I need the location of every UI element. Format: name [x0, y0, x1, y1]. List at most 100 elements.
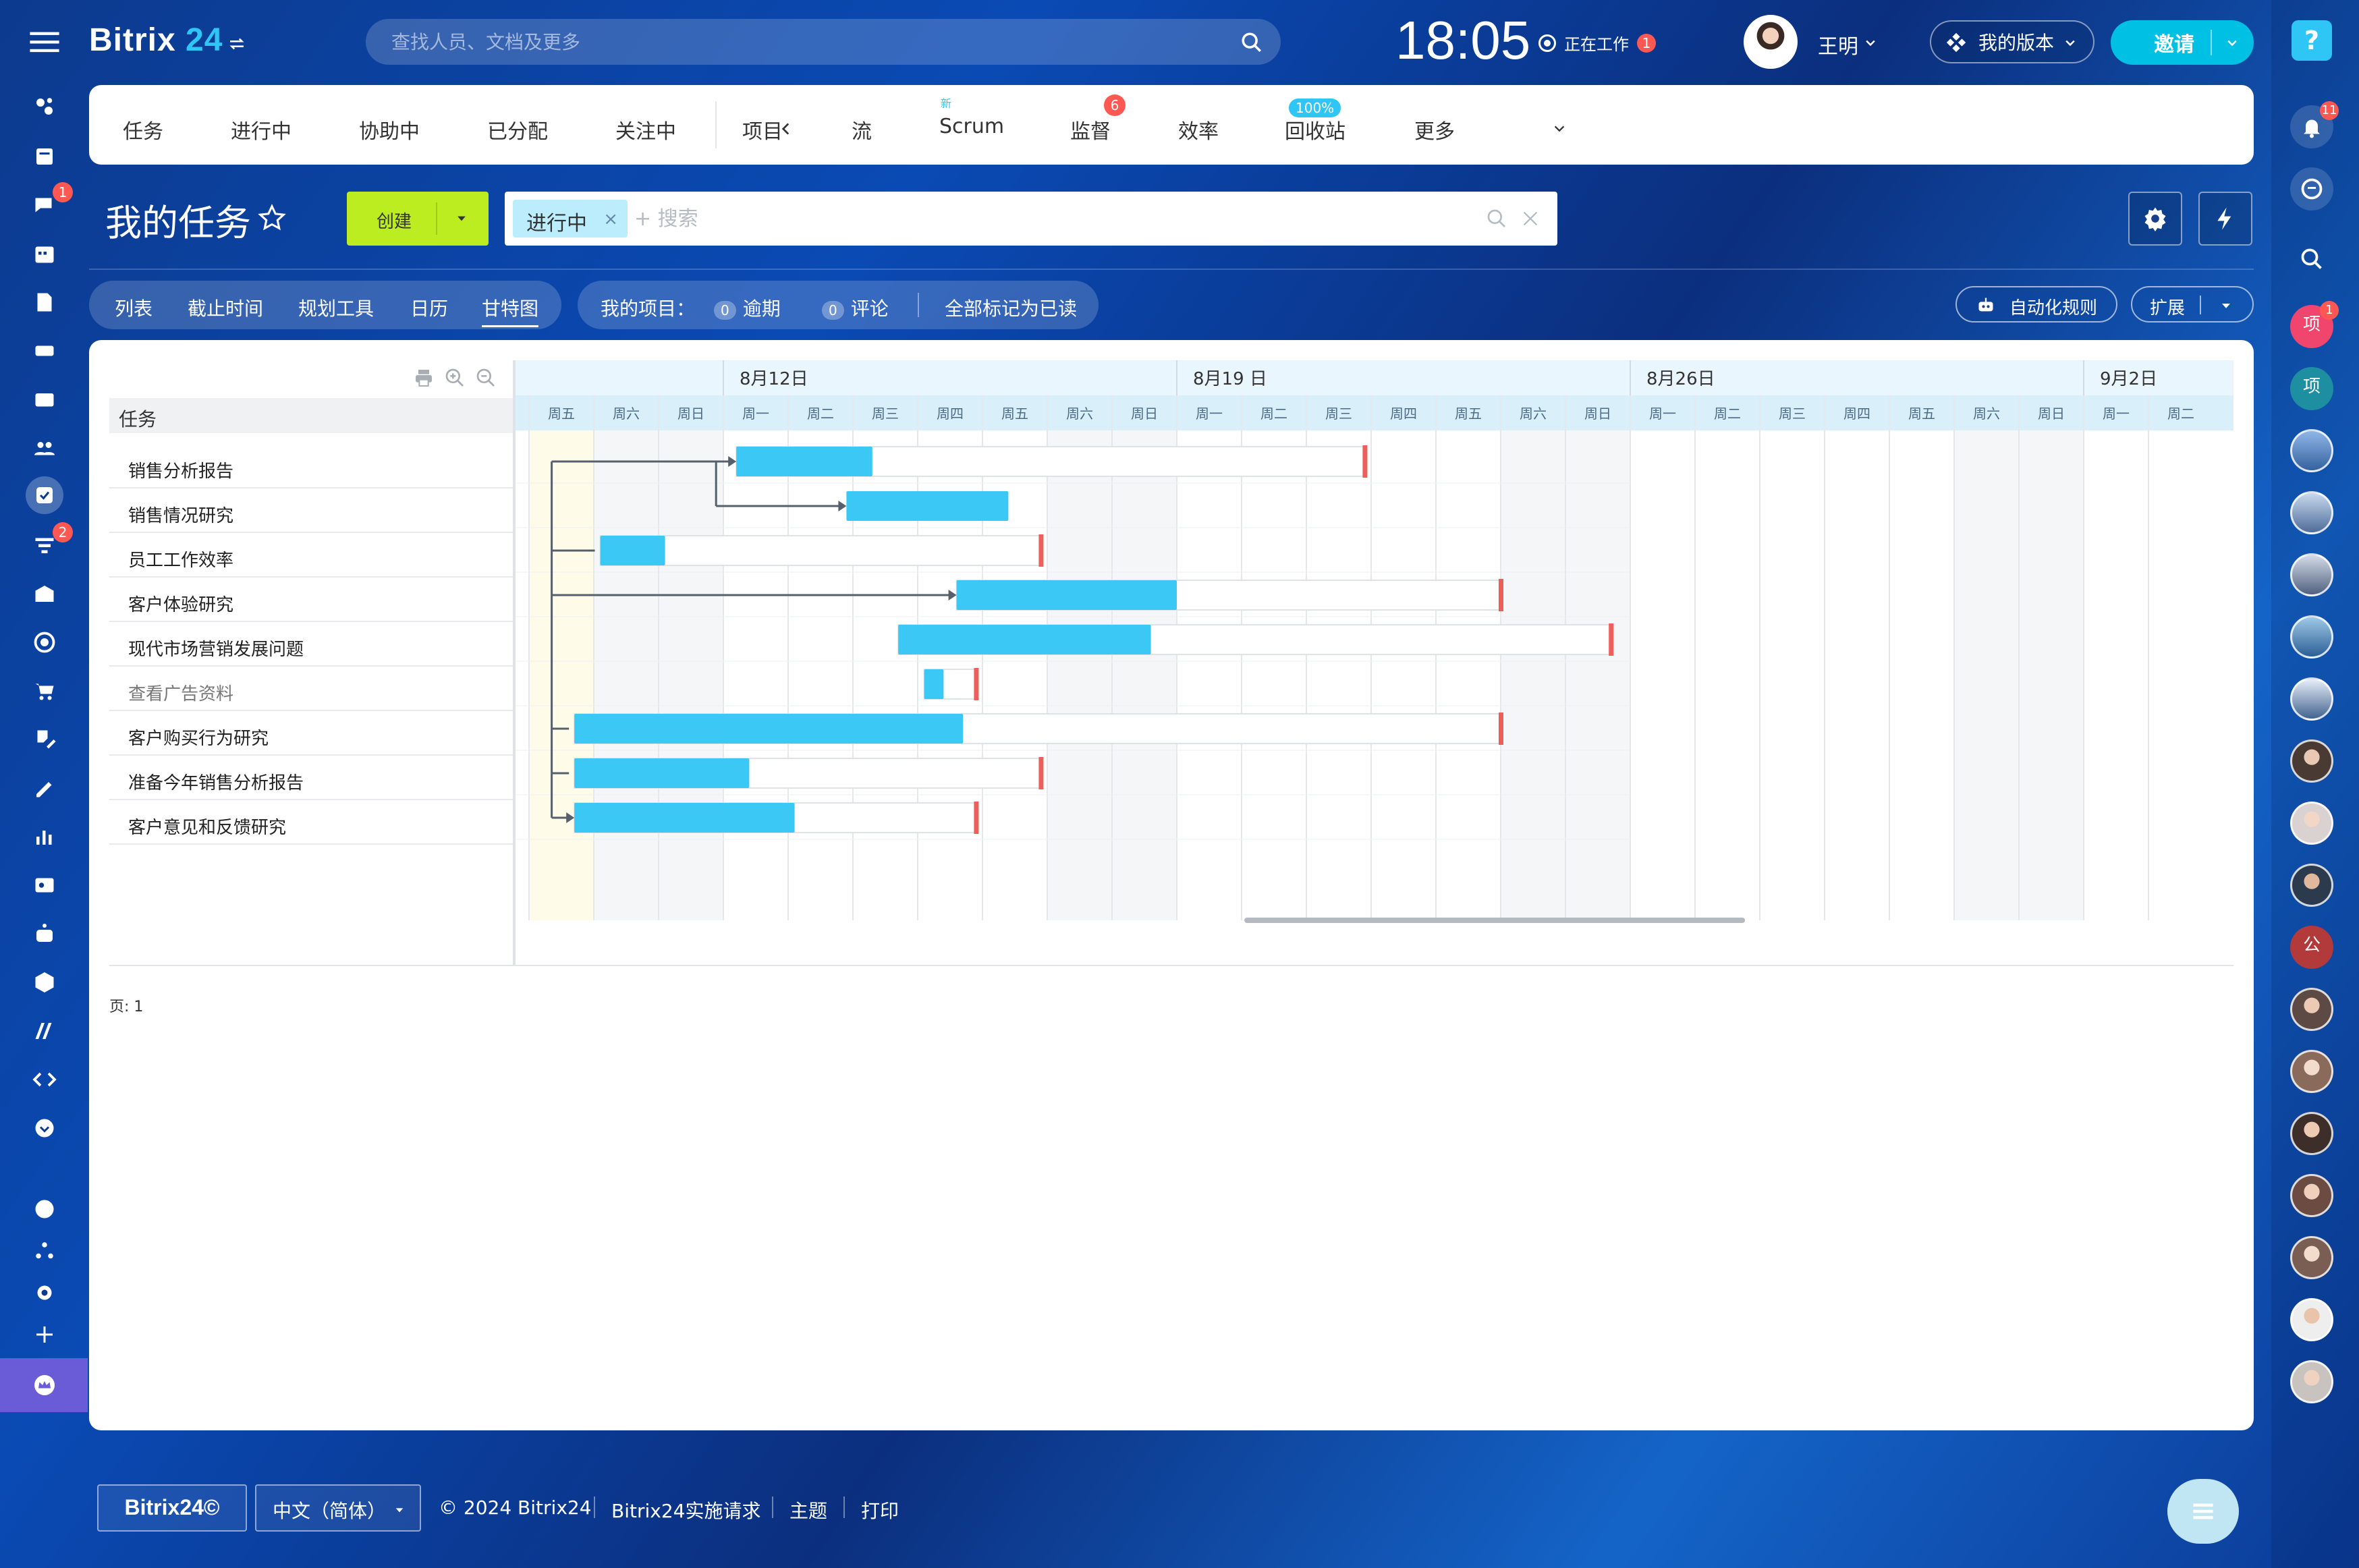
sidebar-sign-icon[interactable]: [26, 721, 63, 758]
sidebar-esign-icon[interactable]: [26, 769, 63, 807]
task-name[interactable]: 准备今年销售分析报告: [128, 769, 304, 794]
contact-avatar[interactable]: [2290, 677, 2333, 721]
triangle-down-icon[interactable]: [455, 212, 468, 225]
sidebar-inventory-icon[interactable]: [26, 963, 63, 1001]
deadline-marker[interactable]: [1609, 623, 1614, 656]
task-bar[interactable]: [846, 491, 1009, 521]
close-icon[interactable]: ×: [603, 209, 618, 229]
search-input[interactable]: [391, 30, 1201, 53]
switch-portal-icon[interactable]: [227, 34, 247, 54]
invite-button[interactable]: 邀请: [2111, 20, 2254, 65]
extensions-button[interactable]: 扩展: [2131, 286, 2254, 323]
nav-supervising[interactable]: 监督: [1070, 115, 1111, 144]
deadline-marker[interactable]: [974, 802, 979, 834]
task-name[interactable]: 销售分析报告: [128, 457, 233, 482]
user-name[interactable]: 王明: [1818, 30, 1858, 59]
language-select[interactable]: 中文（简体）: [255, 1484, 421, 1532]
nav-projects[interactable]: 项目: [742, 115, 783, 144]
contact-initial[interactable]: 公: [2290, 926, 2333, 969]
nav-recycle-bin[interactable]: 回收站: [1285, 115, 1345, 144]
contact-avatar[interactable]: [2290, 1112, 2333, 1155]
task-bar[interactable]: [574, 714, 964, 744]
sidebar-company-icon[interactable]: [26, 575, 63, 613]
nav-in-progress[interactable]: 进行中: [231, 115, 292, 144]
task-bar[interactable]: [600, 536, 665, 565]
star-icon[interactable]: [256, 202, 287, 233]
contact-avatar[interactable]: [2290, 1236, 2333, 1279]
sidebar-chat-icon[interactable]: 1: [26, 182, 73, 224]
task-bar[interactable]: [574, 803, 795, 833]
task-name[interactable]: 销售情况研究: [128, 502, 233, 527]
horizontal-scrollbar[interactable]: [1244, 918, 1745, 923]
tab-planner[interactable]: 规划工具: [298, 294, 374, 321]
sidebar-mail-icon[interactable]: [26, 381, 63, 418]
sidebar-devops-icon[interactable]: [26, 1061, 63, 1098]
app-logo[interactable]: Bitrix 24: [89, 22, 223, 59]
footer-link-print[interactable]: 打印: [861, 1496, 899, 1523]
sidebar-plan-button[interactable]: [0, 1358, 88, 1412]
task-row[interactable]: 客户购买行为研究: [109, 711, 514, 756]
global-search[interactable]: [366, 19, 1281, 65]
filter-bar[interactable]: 进行中 ×: [505, 192, 1557, 246]
sidebar-hr-icon[interactable]: [26, 866, 63, 904]
triangle-down-icon[interactable]: [2220, 300, 2232, 312]
recent-project-1[interactable]: 项1: [2290, 301, 2339, 348]
task-name[interactable]: 员工工作效率: [128, 547, 233, 571]
sidebar-drive-icon[interactable]: [26, 332, 63, 370]
task-row[interactable]: 现代市场营销发展问题: [109, 622, 514, 667]
mark-all-read[interactable]: 全部标记为已读: [945, 294, 1077, 321]
sidebar-news-icon[interactable]: [26, 138, 63, 175]
task-bar[interactable]: [924, 669, 944, 699]
footer-logo[interactable]: Bitrix24©: [97, 1484, 247, 1532]
task-bar[interactable]: [956, 580, 1177, 610]
nav-flows[interactable]: 流: [852, 115, 872, 144]
deadline-marker[interactable]: [974, 668, 979, 700]
footer-link-implementation[interactable]: Bitrix24实施请求: [611, 1496, 760, 1523]
filter-chip[interactable]: 进行中 ×: [513, 200, 628, 237]
automation-rules-button[interactable]: 自动化规则: [1955, 286, 2117, 323]
user-avatar[interactable]: [1744, 15, 1798, 69]
nav-more[interactable]: 更多: [1414, 115, 1455, 144]
contact-avatar[interactable]: [2290, 1174, 2333, 1217]
tab-calendar[interactable]: 日历: [410, 294, 448, 321]
sidebar-sitemap-icon[interactable]: [26, 1232, 63, 1270]
footer-link-theme[interactable]: 主题: [789, 1496, 827, 1523]
task-row[interactable]: 客户体验研究: [109, 578, 514, 622]
deadline-marker[interactable]: [1038, 534, 1044, 567]
contact-avatar[interactable]: [2290, 739, 2333, 783]
task-row[interactable]: 员工工作效率: [109, 533, 514, 578]
zoom-out-icon[interactable]: [475, 367, 497, 389]
overdue-filter[interactable]: 0 逾期: [714, 294, 781, 321]
contact-avatar[interactable]: [2290, 864, 2333, 907]
work-status[interactable]: 正在工作 1: [1538, 31, 1656, 55]
task-row[interactable]: 查看广告资料: [109, 667, 514, 711]
task-row[interactable]: 客户意见和反馈研究: [109, 800, 514, 845]
task-row[interactable]: 销售分析报告: [109, 444, 514, 488]
nav-following[interactable]: 关注中: [615, 115, 676, 144]
task-name[interactable]: 客户购买行为研究: [128, 725, 269, 750]
tab-deadline[interactable]: 截止时间: [188, 294, 263, 321]
contact-avatar[interactable]: [2290, 988, 2333, 1031]
task-row[interactable]: 准备今年销售分析报告: [109, 756, 514, 800]
deadline-marker[interactable]: [1038, 757, 1044, 789]
sidebar-groups-icon[interactable]: [26, 429, 63, 467]
chat-icon[interactable]: [2290, 167, 2333, 211]
sidebar-docs-icon[interactable]: [26, 283, 63, 321]
task-name[interactable]: 查看广告资料: [128, 680, 233, 705]
help-button[interactable]: ?: [2292, 20, 2332, 61]
nav-assisting[interactable]: 协助中: [359, 115, 420, 144]
contact-avatar[interactable]: [2290, 1050, 2333, 1093]
contact-avatar[interactable]: [2290, 429, 2333, 472]
deadline-marker[interactable]: [1499, 579, 1503, 611]
task-row[interactable]: 销售情况研究: [109, 488, 514, 533]
my-version-button[interactable]: 我的版本: [1930, 20, 2094, 63]
contact-avatar[interactable]: [2290, 1298, 2333, 1341]
task-name[interactable]: 现代市场营销发展问题: [128, 636, 304, 661]
bell-icon[interactable]: 11: [2290, 101, 2339, 148]
task-bar[interactable]: [898, 625, 1151, 654]
sidebar-calendar-icon[interactable]: [26, 235, 63, 273]
nav-assigned[interactable]: 已分配: [487, 115, 548, 144]
sidebar-analytics-icon[interactable]: [26, 818, 63, 856]
sidebar-help-icon[interactable]: [26, 1190, 63, 1228]
sidebar-add-icon[interactable]: [26, 1316, 63, 1353]
